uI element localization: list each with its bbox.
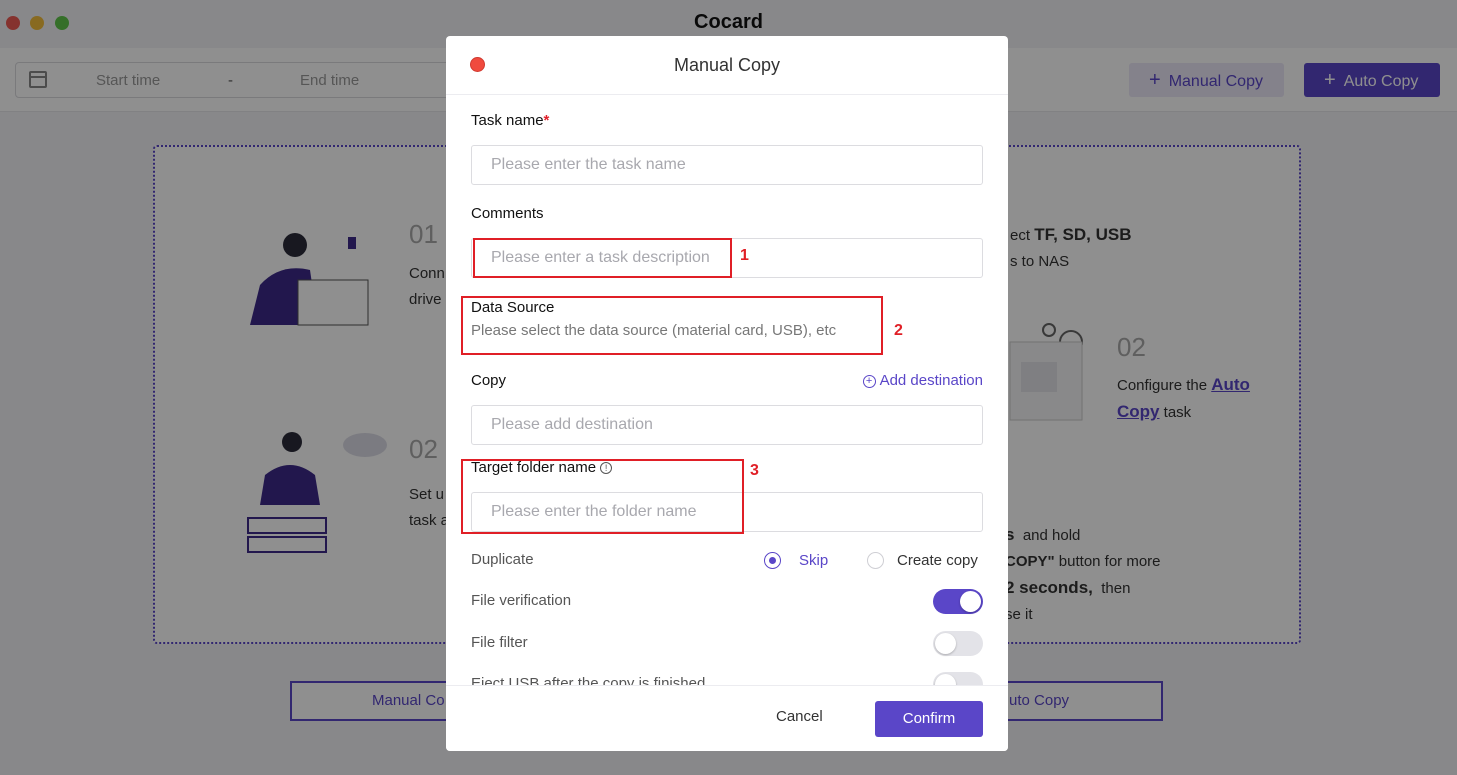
confirm-button[interactable]: Confirm bbox=[875, 701, 983, 737]
required-asterisk: * bbox=[543, 112, 550, 129]
file-filter-label: File filter bbox=[471, 634, 528, 651]
dialog-footer: Cancel Confirm bbox=[446, 685, 1008, 751]
file-verification-label: File verification bbox=[471, 592, 572, 609]
toggle-knob bbox=[935, 633, 956, 654]
task-name-input[interactable]: Please enter the task name bbox=[471, 145, 983, 185]
task-name-label-text: Task name bbox=[471, 112, 544, 129]
dialog-header: Manual Copy bbox=[446, 36, 1008, 95]
add-destination-label: Add destination bbox=[879, 372, 983, 389]
add-destination-button[interactable]: + Add destination bbox=[862, 372, 983, 389]
dialog-title: Manual Copy bbox=[673, 55, 781, 75]
toggle-knob bbox=[960, 591, 981, 612]
annotation-label-2: 2 bbox=[894, 322, 903, 339]
destination-input[interactable]: Please add destination bbox=[471, 405, 983, 445]
duplicate-label: Duplicate bbox=[471, 551, 534, 568]
file-verification-toggle[interactable] bbox=[933, 589, 983, 614]
skip-radio-label[interactable]: Skip bbox=[799, 552, 828, 569]
comments-label: Comments bbox=[471, 205, 544, 222]
annotation-box-1 bbox=[473, 238, 732, 278]
copy-label: Copy bbox=[471, 372, 507, 389]
manual-copy-dialog: Manual Copy Task name* Please enter the … bbox=[446, 36, 1008, 751]
create-copy-radio[interactable] bbox=[867, 552, 884, 569]
annotation-box-3 bbox=[461, 459, 744, 534]
task-name-placeholder: Please enter the task name bbox=[491, 156, 686, 173]
create-copy-radio-label[interactable]: Create copy bbox=[897, 552, 978, 569]
annotation-label-3: 3 bbox=[750, 462, 759, 479]
annotation-label-1: 1 bbox=[740, 247, 749, 264]
cancel-button[interactable]: Cancel bbox=[776, 708, 823, 725]
destination-placeholder: Please add destination bbox=[491, 416, 653, 433]
file-filter-toggle[interactable] bbox=[933, 631, 983, 656]
task-name-label: Task name* bbox=[471, 112, 549, 129]
add-circle-icon: + bbox=[862, 375, 876, 388]
skip-radio[interactable] bbox=[764, 552, 781, 569]
annotation-box-2 bbox=[461, 296, 883, 355]
